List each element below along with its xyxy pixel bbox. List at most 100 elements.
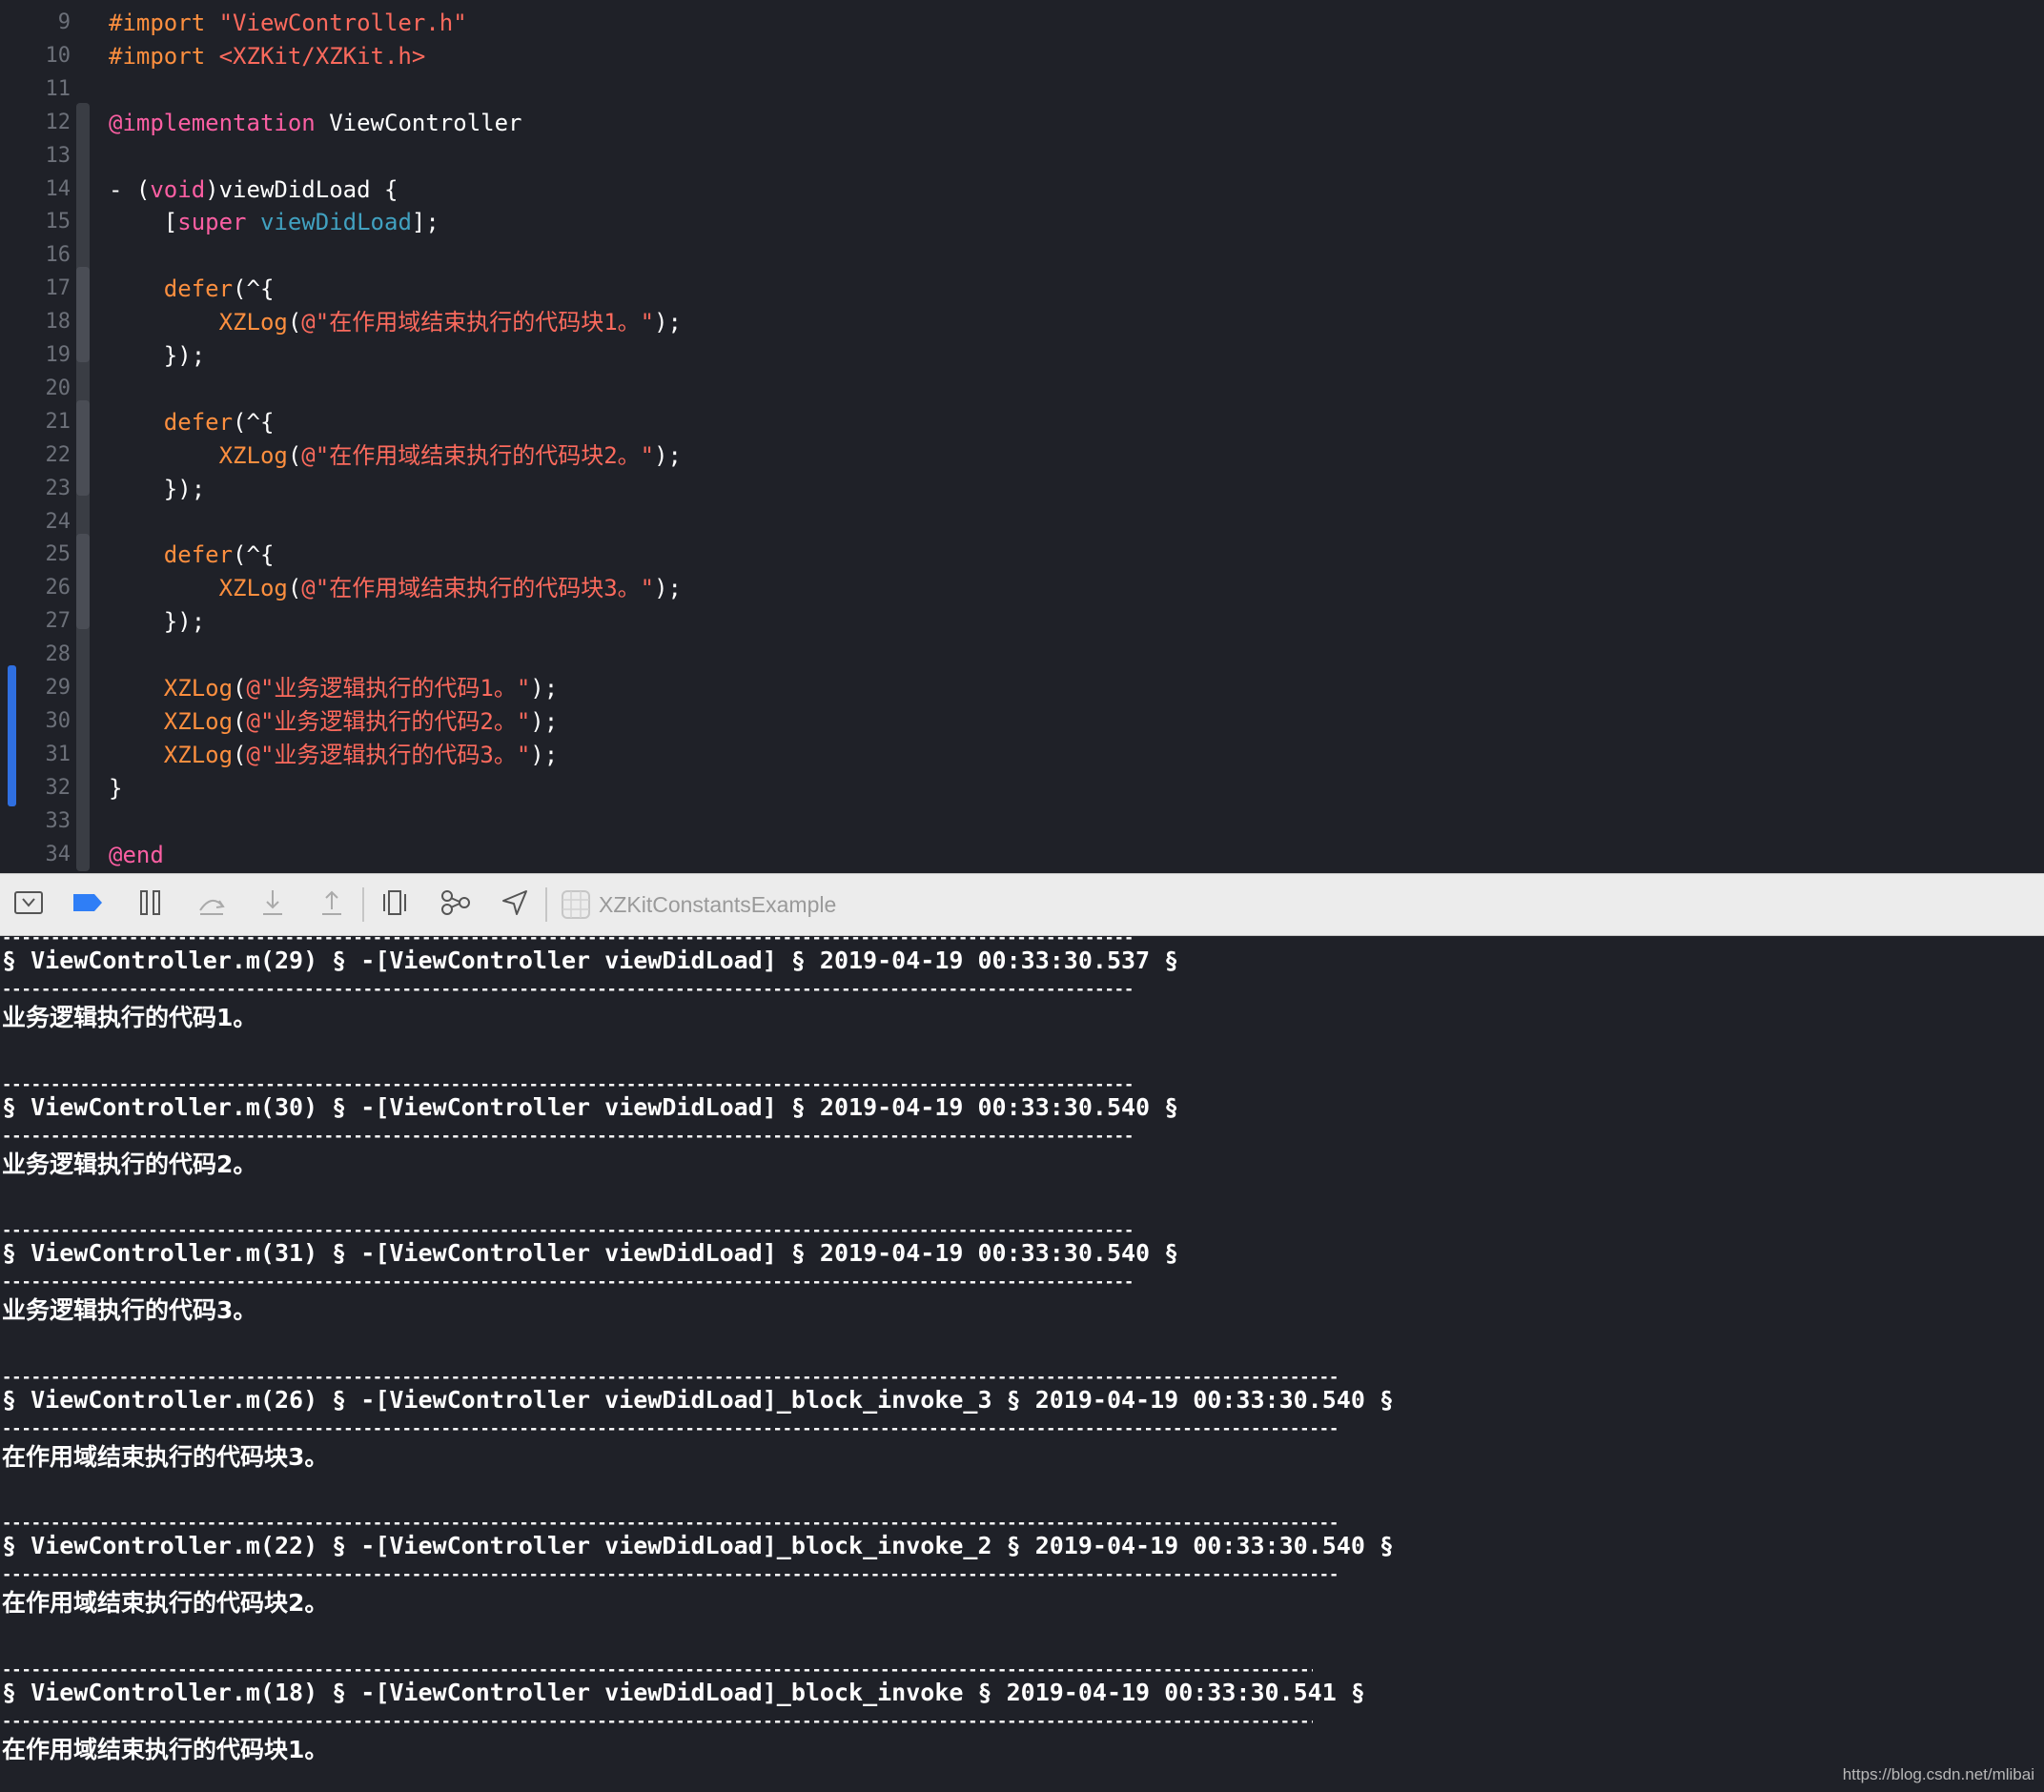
line-number: 20 <box>45 376 72 400</box>
code-line[interactable]: 27 }); <box>0 605 2044 638</box>
code-token: }); <box>109 342 206 369</box>
step-out-button[interactable] <box>315 887 349 922</box>
code-line[interactable]: 24 <box>0 506 2044 539</box>
console-log-header: § ViewController.m(29) § -[ViewControlle… <box>2 947 1179 974</box>
line-number: 19 <box>45 343 72 367</box>
code-text: @implementation ViewController <box>109 107 522 139</box>
code-text: XZLog(@"在作用域结束执行的代码块3。"); <box>109 572 682 604</box>
code-line[interactable]: 26 XZLog(@"在作用域结束执行的代码块3。"); <box>0 572 2044 604</box>
console-log-header: § ViewController.m(30) § -[ViewControlle… <box>2 1092 1179 1121</box>
breakpoints-toggle-button[interactable] <box>71 887 105 922</box>
code-token: super <box>177 209 247 236</box>
code-line[interactable]: 33 <box>0 805 2044 838</box>
code-line[interactable]: 19 }); <box>0 339 2044 372</box>
code-token: @implementation <box>109 109 316 136</box>
code-token: [ <box>109 209 178 236</box>
code-token: @"业务逻辑执行的代码3。" <box>246 741 531 768</box>
line-number: 31 <box>45 742 72 766</box>
code-token: XZLog <box>163 707 234 735</box>
debug-target-label[interactable]: XZKitConstantsExample <box>599 874 836 935</box>
code-token: ); <box>530 741 559 768</box>
code-line[interactable]: 30 XZLog(@"业务逻辑执行的代码2。"); <box>0 705 2044 738</box>
code-text: defer(^{ <box>109 406 275 438</box>
code-line[interactable]: 16 <box>0 239 2044 272</box>
code-token: #import <box>109 10 219 36</box>
code-text: XZLog(@"在作用域结束执行的代码块1。"); <box>109 306 682 338</box>
simulate-location-button[interactable] <box>498 887 532 922</box>
code-token: ); <box>530 675 559 702</box>
line-number: 10 <box>45 43 72 68</box>
code-line[interactable]: 25 defer(^{ <box>0 539 2044 571</box>
code-text: XZLog(@"业务逻辑执行的代码2。"); <box>109 705 558 738</box>
hide-debug-area-button[interactable] <box>11 887 46 922</box>
code-token: (^{ <box>233 275 275 303</box>
code-line[interactable]: 18 XZLog(@"在作用域结束执行的代码块1。"); <box>0 306 2044 338</box>
debug-memory-graph-button[interactable] <box>439 887 473 922</box>
watermark: https://blog.csdn.net/mlibai <box>1842 1765 2034 1783</box>
code-token: XZLog <box>218 309 288 336</box>
code-token: } <box>109 774 123 802</box>
code-line[interactable]: 20 <box>0 373 2044 405</box>
code-text: #import <XZKit/XZKit.h> <box>109 40 425 72</box>
code-line[interactable]: 29 XZLog(@"业务逻辑执行的代码1。"); <box>0 672 2044 704</box>
debug-view-hierarchy-button[interactable] <box>378 887 412 922</box>
code-line[interactable]: 22 XZLog(@"在作用域结束执行的代码块2。"); <box>0 439 2044 472</box>
step-over-button[interactable] <box>194 887 229 922</box>
code-line[interactable]: 12 @implementation ViewController <box>0 107 2044 139</box>
pause-button[interactable] <box>133 887 168 922</box>
code-text: #import "ViewController.h" <box>109 7 467 39</box>
code-line[interactable]: 23 }); <box>0 473 2044 505</box>
code-text: XZLog(@"业务逻辑执行的代码1。"); <box>109 672 558 704</box>
line-number: 24 <box>45 509 72 534</box>
code-line[interactable]: 9 #import "ViewController.h" <box>0 7 2044 39</box>
code-token: ); <box>654 309 682 336</box>
debug-toolbar: XZKitConstantsExample <box>0 873 2044 936</box>
code-line[interactable]: 28 <box>0 639 2044 671</box>
step-into-button[interactable] <box>256 887 290 922</box>
source-editor[interactable]: 9 #import "ViewController.h" 10 #import <XZ… <box>0 0 2044 873</box>
code-line[interactable]: 31 XZLog(@"业务逻辑执行的代码3。"); <box>0 739 2044 771</box>
code-line[interactable]: 13 <box>0 140 2044 173</box>
console-log-header: § ViewController.m(31) § -[ViewControlle… <box>2 1239 1179 1267</box>
line-number: 30 <box>45 708 72 733</box>
code-token: ( <box>233 707 247 735</box>
code-line[interactable]: 10 #import <XZKit/XZKit.h> <box>0 40 2044 72</box>
console-log-message: 业务逻辑执行的代码3。 <box>2 1296 257 1324</box>
console-separator: ----------------------------------------… <box>2 1418 1340 1438</box>
line-number: 22 <box>45 442 72 467</box>
line-number: 16 <box>45 243 72 268</box>
console-separator: ----------------------------------------… <box>2 1711 1313 1731</box>
code-text: [super viewDidLoad]; <box>109 206 439 238</box>
code-token: ( <box>287 575 302 602</box>
toolbar-divider <box>545 887 547 922</box>
code-line[interactable]: 21 defer(^{ <box>0 406 2044 438</box>
code-line[interactable]: 32} <box>0 772 2044 804</box>
code-token: (^{ <box>233 408 275 436</box>
code-line[interactable]: 15 [super viewDidLoad]; <box>0 206 2044 238</box>
debug-console[interactable]: ----------------------------------------… <box>0 936 2044 1792</box>
code-token: ); <box>654 575 682 602</box>
code-token: (^{ <box>233 541 275 569</box>
code-token: XZLog <box>218 575 288 602</box>
line-number: 11 <box>45 76 72 101</box>
code-token: defer <box>163 541 234 569</box>
code-token: defer <box>163 275 234 303</box>
code-text: @end <box>109 839 164 871</box>
console-log-message: 业务逻辑执行的代码1。 <box>2 1004 257 1031</box>
code-line[interactable]: 14 - (void)viewDidLoad { <box>0 173 2044 206</box>
code-text: }); <box>109 339 205 372</box>
console-log-message: 在作用域结束执行的代码块2。 <box>2 1589 329 1617</box>
code-line[interactable]: 17 defer(^{ <box>0 273 2044 305</box>
code-line[interactable]: 11 <box>0 73 2044 106</box>
code-line[interactable]: 34 @end <box>0 839 2044 871</box>
breakpoint-icon <box>72 891 104 918</box>
code-text: } <box>109 772 122 804</box>
line-number: 13 <box>45 143 72 168</box>
code-token: ); <box>530 707 559 735</box>
code-token: - ( <box>109 175 151 203</box>
